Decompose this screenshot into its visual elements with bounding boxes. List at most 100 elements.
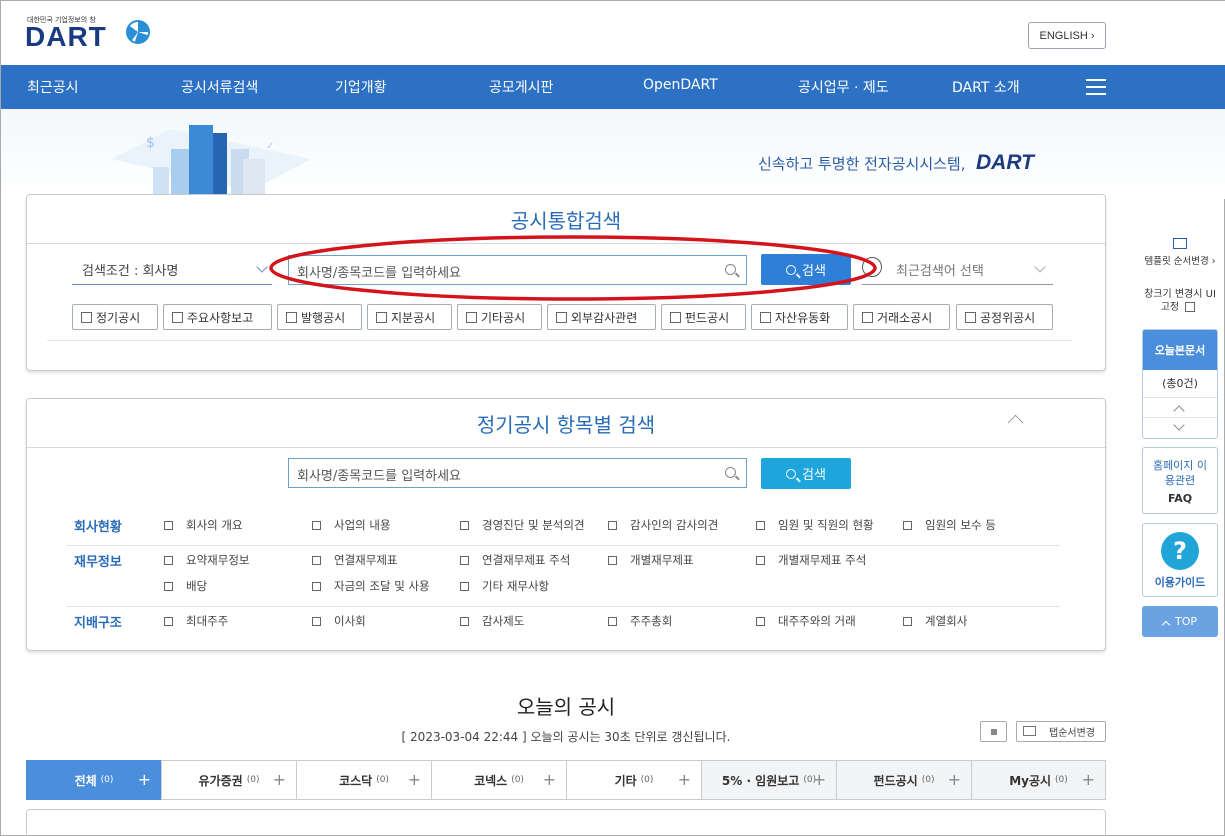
plus-icon[interactable]: + bbox=[948, 770, 961, 789]
nav-item-company[interactable]: 기업개황 bbox=[335, 77, 387, 97]
plus-icon[interactable]: + bbox=[138, 770, 151, 789]
item-search-input[interactable]: 회사명/종목코드를 입력하세요 bbox=[288, 458, 747, 488]
plus-icon[interactable]: + bbox=[1082, 770, 1095, 789]
checkbox-ftc[interactable]: 공정위공시 bbox=[956, 304, 1053, 330]
item-checkbox[interactable]: 자금의 조달 및 사용 bbox=[312, 578, 430, 594]
scroll-down-button[interactable] bbox=[1143, 418, 1217, 438]
tab-label: 전체 bbox=[74, 773, 97, 788]
item-checkbox[interactable]: 최대주주 bbox=[164, 613, 228, 629]
homepage-faq-button[interactable]: 홈페이지 이용관련 FAQ bbox=[1142, 447, 1218, 514]
nav-item-rules[interactable]: 공시업무 · 제도 bbox=[798, 77, 889, 97]
tab-5pct-executive[interactable]: 5% · 임원보고 (0) + bbox=[701, 760, 837, 800]
ui-fix-toggle[interactable]: 창크기 변경시 UI고정 bbox=[1142, 288, 1218, 314]
english-button[interactable]: ENGLISH › bbox=[1028, 22, 1106, 49]
menu-icon[interactable] bbox=[1086, 79, 1106, 95]
usage-guide-label: 이용가이드 bbox=[1154, 576, 1206, 589]
plus-icon[interactable]: + bbox=[813, 770, 826, 789]
tab-all[interactable]: 전체 (0) + bbox=[26, 760, 162, 800]
checkbox-equity[interactable]: 지분공시 bbox=[367, 304, 452, 330]
dart-logo[interactable]: DART bbox=[25, 21, 107, 53]
search-condition-select[interactable]: 검색조건 : 회사명 bbox=[72, 255, 272, 285]
checkbox-box bbox=[164, 555, 173, 565]
item-label: 계열회사 bbox=[925, 614, 968, 628]
checkbox-major-report[interactable]: 주요사항보고 bbox=[163, 304, 272, 330]
item-label: 최대주주 bbox=[186, 614, 229, 628]
item-checkbox[interactable]: 대주주와의 거래 bbox=[756, 613, 856, 629]
item-checkbox[interactable]: 임원의 보수 등 bbox=[903, 517, 996, 533]
item-checkbox[interactable]: 임원 및 직원의 현황 bbox=[756, 517, 874, 533]
search-button-label: 검색 bbox=[802, 468, 826, 483]
tab-label: My공시 bbox=[1009, 773, 1052, 788]
item-checkbox[interactable]: 회사의 개요 bbox=[164, 517, 243, 533]
item-checkbox[interactable]: 경영진단 및 분석의견 bbox=[460, 517, 585, 533]
item-checkbox[interactable]: 연결재무제표 주석 bbox=[460, 552, 570, 568]
checkbox-label: 공정위공시 bbox=[980, 310, 1036, 325]
today-docs-title: 오늘본문서 bbox=[1143, 330, 1217, 370]
tab-other[interactable]: 기타 (0) + bbox=[566, 760, 702, 800]
nav-item-recent[interactable]: 최근공시 bbox=[27, 77, 79, 97]
item-checkbox[interactable]: 이사회 bbox=[312, 613, 366, 629]
checkbox-box bbox=[903, 616, 912, 626]
item-label: 연결재무제표 bbox=[334, 553, 398, 567]
item-checkbox[interactable]: 감사제도 bbox=[460, 613, 524, 629]
item-checkbox[interactable]: 배당 bbox=[164, 578, 207, 594]
tab-count: (0) bbox=[376, 775, 389, 785]
item-checkbox[interactable]: 사업의 내용 bbox=[312, 517, 391, 533]
item-checkbox[interactable]: 연결재무제표 bbox=[312, 552, 397, 568]
item-search-button[interactable]: 검색 bbox=[761, 458, 851, 489]
tab-my[interactable]: My공시 (0) + bbox=[971, 760, 1106, 800]
checkbox-regular[interactable]: 정기공시 bbox=[72, 304, 158, 330]
item-label: 개별재무제표 bbox=[630, 553, 694, 567]
search-condition-label: 검색조건 : 회사명 bbox=[82, 264, 179, 279]
tab-count: (0) bbox=[1055, 775, 1068, 785]
item-checkbox[interactable]: 개별재무제표 주석 bbox=[756, 552, 866, 568]
item-checkbox[interactable]: 기타 재무사항 bbox=[460, 578, 549, 594]
item-label: 임원 및 직원의 현황 bbox=[778, 518, 874, 532]
plus-icon[interactable]: + bbox=[543, 770, 556, 789]
item-checkbox[interactable]: 요약재무정보 bbox=[164, 552, 249, 568]
item-label: 자금의 조달 및 사용 bbox=[334, 579, 430, 593]
checkbox-issuance[interactable]: 발행공시 bbox=[277, 304, 362, 330]
item-label: 감사제도 bbox=[482, 614, 525, 628]
stop-refresh-button[interactable] bbox=[980, 721, 1007, 742]
checkbox-box bbox=[172, 311, 183, 323]
checkbox-box bbox=[670, 311, 681, 323]
checkbox-box bbox=[460, 616, 469, 626]
plus-icon[interactable]: + bbox=[273, 770, 286, 789]
item-label: 배당 bbox=[186, 579, 208, 593]
checkbox-box bbox=[756, 616, 765, 626]
checkbox-fund[interactable]: 펀드공시 bbox=[661, 304, 746, 330]
tab-order-button[interactable]: 탭순서변경 bbox=[1016, 721, 1106, 742]
recent-search-select[interactable]: 최근검색어 선택 bbox=[862, 255, 1053, 285]
tab-kosdaq[interactable]: 코스닥 (0) + bbox=[296, 760, 432, 800]
item-label: 주주총회 bbox=[630, 614, 673, 628]
nav-item-doc-search[interactable]: 공시서류검색 bbox=[181, 77, 258, 97]
checkbox-securitization[interactable]: 자산유동화 bbox=[751, 304, 848, 330]
template-order-button[interactable]: 템플릿 순서변경 › bbox=[1142, 238, 1218, 276]
logo-mark-icon bbox=[126, 20, 150, 44]
item-checkbox[interactable]: 개별재무제표 bbox=[608, 552, 693, 568]
nav-item-opendart[interactable]: OpenDART bbox=[643, 77, 718, 93]
nav-item-about[interactable]: DART 소개 bbox=[952, 77, 1020, 97]
item-checkbox[interactable]: 주주총회 bbox=[608, 613, 672, 629]
tab-fund[interactable]: 펀드공시 (0) + bbox=[836, 760, 972, 800]
checkbox-other[interactable]: 기타공시 bbox=[457, 304, 542, 330]
checkbox-box bbox=[556, 311, 567, 323]
scroll-up-button[interactable] bbox=[1143, 398, 1217, 418]
tab-konex[interactable]: 코넥스 (0) + bbox=[431, 760, 567, 800]
plus-icon[interactable]: + bbox=[678, 770, 691, 789]
checkbox-exchange[interactable]: 거래소공시 bbox=[853, 304, 950, 330]
item-label: 사업의 내용 bbox=[334, 518, 391, 532]
disclosure-tabs: 전체 (0) + 유가증권 (0) + 코스닥 (0) + 코넥스 (0) + 기타 (0) + 5… bbox=[26, 760, 1106, 800]
tab-kospi[interactable]: 유가증권 (0) + bbox=[161, 760, 297, 800]
tab-label: 코스닥 bbox=[339, 773, 373, 788]
item-checkbox[interactable]: 계열회사 bbox=[903, 613, 967, 629]
nav-item-offering[interactable]: 공모게시판 bbox=[489, 77, 553, 97]
checkbox-audit[interactable]: 외부감사관련 bbox=[547, 304, 656, 330]
usage-guide-button[interactable]: ? 이용가이드 bbox=[1142, 523, 1218, 597]
item-label: 경영진단 및 분석의견 bbox=[482, 518, 585, 532]
plus-icon[interactable]: + bbox=[408, 770, 421, 789]
item-checkbox[interactable]: 감사인의 감사의견 bbox=[608, 517, 718, 533]
top-button[interactable]: TOP bbox=[1142, 606, 1218, 637]
checkbox-box[interactable] bbox=[1185, 302, 1196, 312]
